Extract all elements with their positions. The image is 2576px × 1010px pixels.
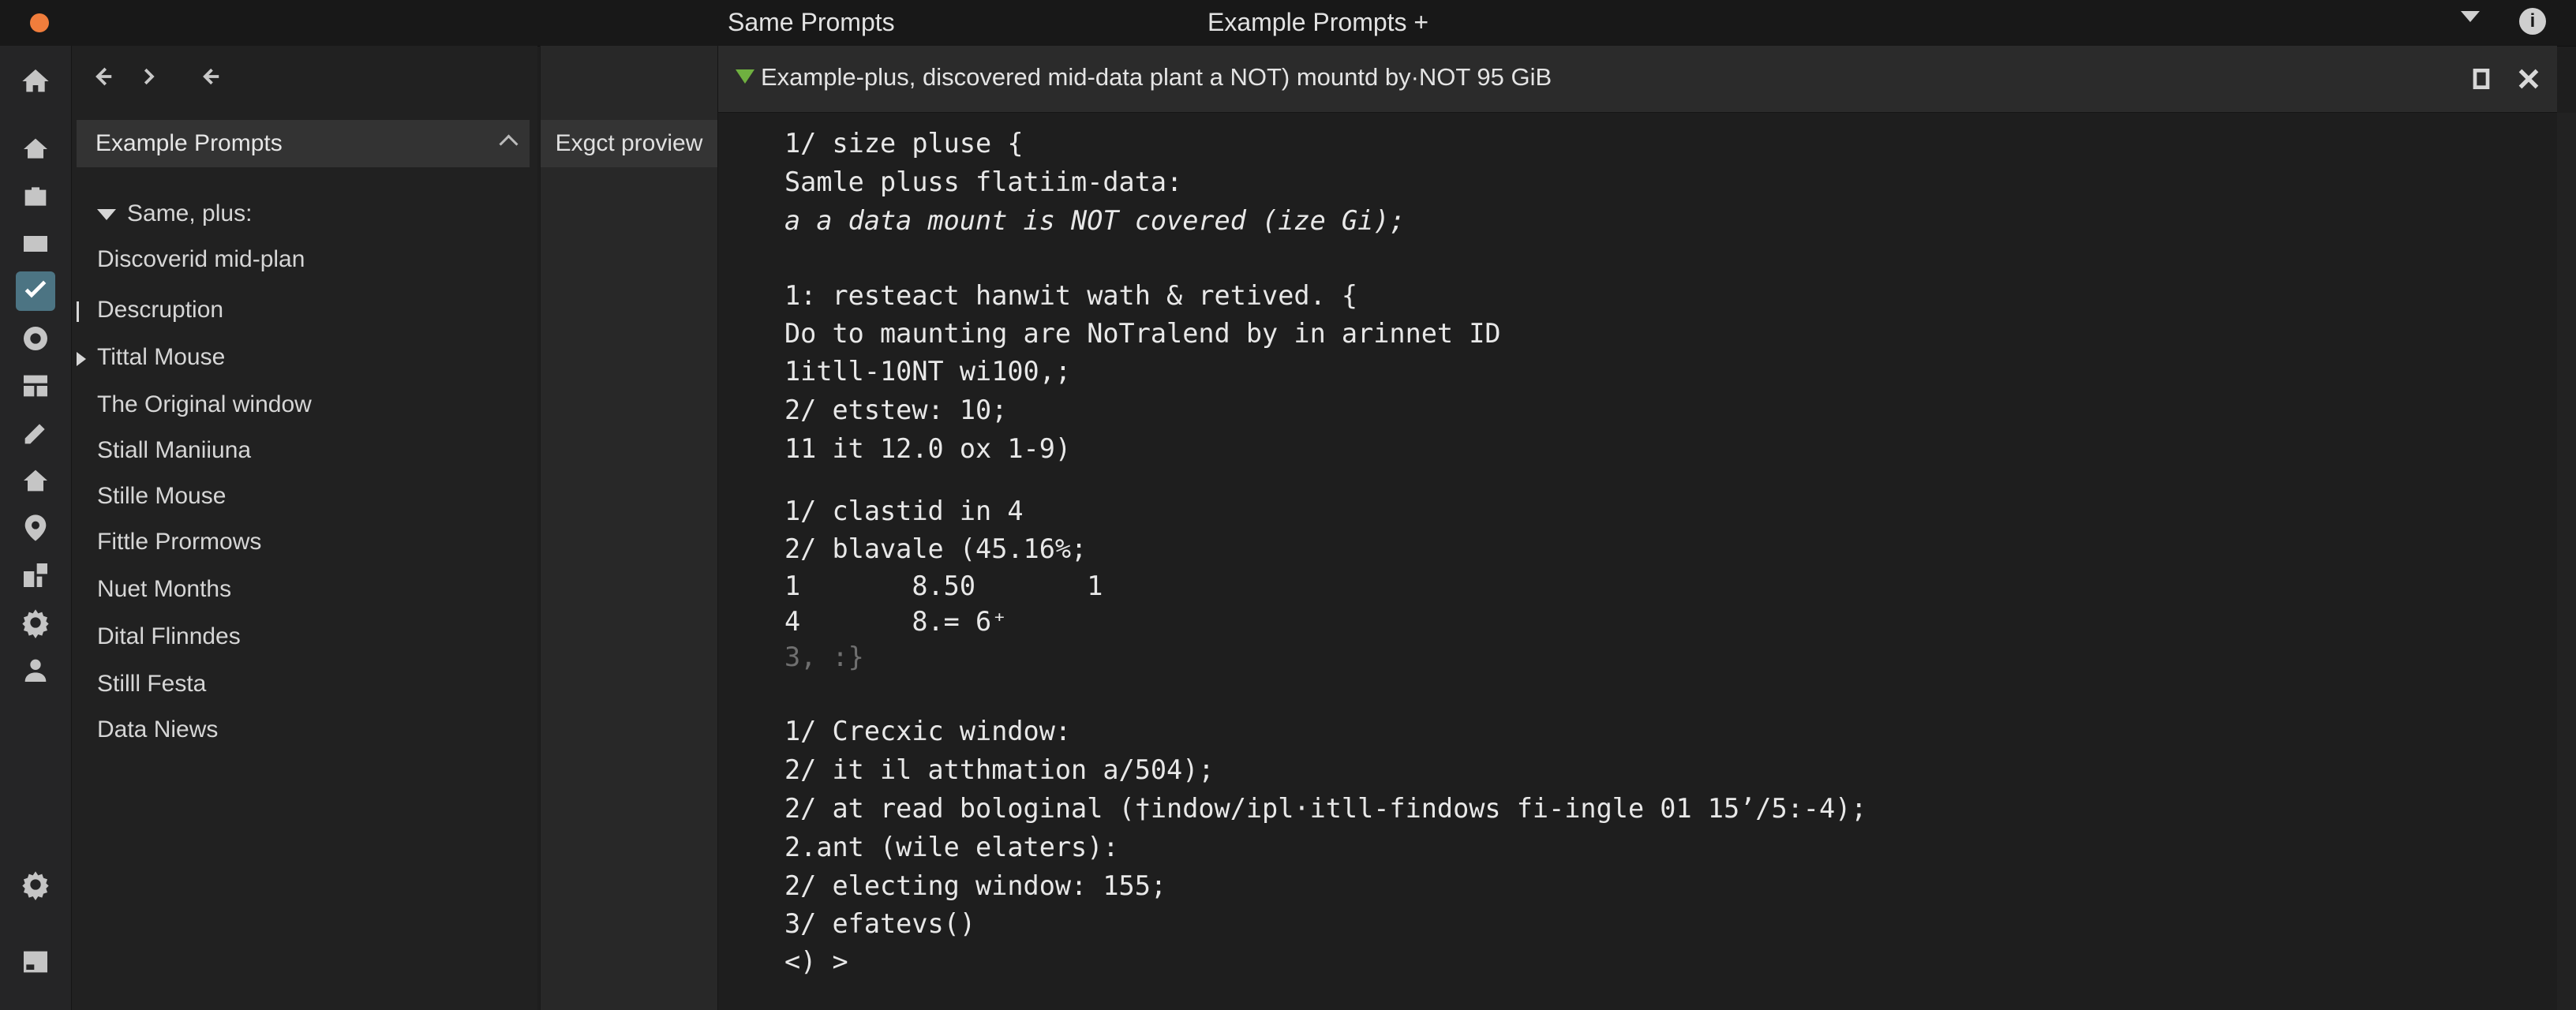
editor-tab[interactable]: Example-plus, discovered mid-data plant …	[718, 46, 2557, 113]
sidebar: Example Prompts Same, plus: Discoverid m…	[72, 46, 537, 1010]
code-line: 2/ etstew: 10;	[784, 395, 1008, 425]
checkmark-icon[interactable]	[16, 271, 55, 311]
sidebar-group-same-plus[interactable]: Same, plus:	[97, 200, 252, 227]
code-line: 1/ size pluse {	[784, 128, 1024, 159]
activity-bar	[0, 46, 72, 1010]
code-line: 11 it 12.0 ox 1-9)	[784, 433, 1072, 464]
code-line: 2/ it il atthmation a/504);	[784, 754, 1215, 785]
code-line: 1itll-10NT wi100,;	[784, 356, 1072, 387]
house-icon[interactable]	[16, 461, 55, 500]
sidebar-item[interactable]: Discoverid mid-plan	[97, 246, 305, 273]
pencil-icon[interactable]	[16, 413, 55, 453]
sidebar-item[interactable]: Fittle Prormows	[97, 529, 261, 556]
back-arrow-icon[interactable]	[88, 62, 118, 92]
info-icon[interactable]: i	[2519, 8, 2546, 35]
sidebar-header[interactable]: Example Prompts	[77, 120, 530, 167]
briefcase-icon[interactable]	[16, 177, 55, 216]
sidebar-item[interactable]: Stiall Maniiuna	[97, 437, 251, 464]
dropdown-icon[interactable]	[2461, 11, 2480, 22]
navigation-arrows	[88, 62, 225, 93]
location-icon[interactable]	[16, 508, 55, 548]
code-line: a a data mount is NOT covered (ize Gi);	[784, 205, 1406, 236]
sidebar-item[interactable]: Stille Mouse	[97, 483, 226, 510]
panel-icon[interactable]	[16, 942, 55, 982]
account-icon[interactable]	[16, 650, 55, 690]
preview-panel-header[interactable]: Exgct proview	[541, 120, 717, 167]
code-line: 1 8.50 1	[784, 570, 1103, 601]
code-line: 3/ efatevs()	[784, 908, 976, 939]
code-line: Do to maunting are NoTralend by in arinn…	[784, 318, 1501, 349]
explorer-icon[interactable]	[16, 129, 55, 169]
code-line: Samle pluss flatiim-data:	[784, 166, 1183, 197]
active-item-marker	[77, 301, 79, 322]
sidebar-item[interactable]: Descruption	[77, 297, 223, 324]
sidebar-item[interactable]: Tittal Mouse	[77, 344, 225, 371]
layout-icon[interactable]	[16, 366, 55, 406]
code-line: 1: resteact hanwit wath & retived. {	[784, 280, 1358, 311]
code-line: 3, :}	[784, 642, 864, 672]
window-icon[interactable]	[16, 224, 55, 264]
settings-bottom-icon[interactable]	[16, 865, 55, 904]
code-line: 2/ at read bologinal (†indow/ipl·itll-fi…	[784, 793, 1867, 824]
sidebar-item[interactable]: Dital Flinndes	[97, 623, 241, 650]
home-icon[interactable]	[16, 62, 55, 101]
code-line: 2/ blavale (45.16%;	[784, 533, 1088, 564]
extensions-icon[interactable]	[16, 556, 55, 595]
code-line: 4 8.= 6⁺	[784, 606, 1008, 637]
code-line: 2.ant (wile elaters):	[784, 832, 1119, 862]
tab-status-icon	[736, 69, 754, 84]
title-bar: Same Prompts Example Prompts + i	[0, 0, 2576, 47]
close-icon[interactable]	[2514, 65, 2543, 93]
gear-icon[interactable]	[16, 603, 55, 642]
editor-tab-title: Example-plus, discovered mid-data plant …	[761, 63, 1552, 91]
sidebar-item[interactable]: The Original window	[97, 391, 312, 418]
settings-circle-icon[interactable]	[16, 319, 55, 358]
window-title-left: Same Prompts	[728, 8, 895, 36]
sidebar-item[interactable]: Nuet Months	[97, 576, 231, 603]
close-window-button[interactable]	[30, 13, 49, 32]
window-title-right[interactable]: Example Prompts +	[1208, 8, 1428, 37]
forward-chevron-icon[interactable]	[133, 62, 163, 92]
chevron-right-icon[interactable]	[77, 352, 86, 366]
code-line: 1/ clastid in 4	[784, 496, 1024, 526]
chevron-down-icon[interactable]	[97, 209, 116, 221]
sidebar-item[interactable]: Stilll Festa	[97, 671, 206, 698]
back-icon[interactable]	[195, 62, 225, 92]
code-editor[interactable]: 1/ size pluse { Samle pluss flatiim-data…	[718, 113, 2557, 1010]
copy-icon[interactable]	[2469, 66, 2494, 92]
code-line: <) >	[784, 946, 848, 977]
preview-panel: Exgct proview	[540, 46, 718, 1010]
code-line: 2/ electing window: 155;	[784, 870, 1167, 901]
chevron-up-icon[interactable]	[499, 134, 519, 154]
sidebar-item[interactable]: Data Niews	[97, 716, 218, 743]
editor-scrollbar[interactable]	[2557, 113, 2576, 1010]
sidebar-header-label: Example Prompts	[95, 130, 283, 156]
code-line: 1/ Crecxic window:	[784, 716, 1072, 746]
